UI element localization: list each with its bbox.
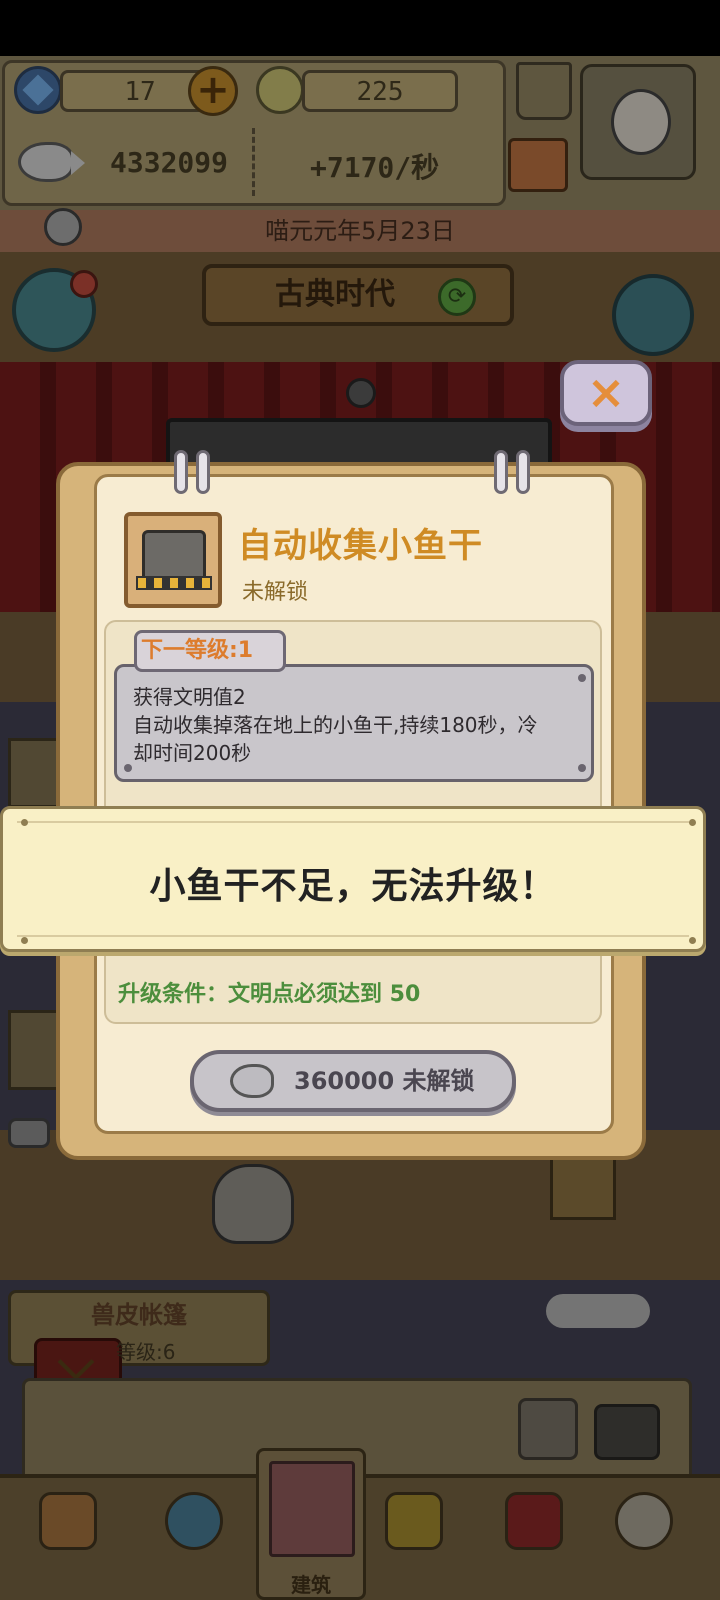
fish-total: 4332099 [110,146,229,179]
small-fish-icon [8,1118,50,1148]
avatar[interactable] [580,64,696,180]
binder-ring [196,450,210,494]
building-name: 兽皮帐篷 [91,1301,187,1329]
potion-icon [165,1492,223,1550]
cat-box-icon [385,1492,443,1550]
rivet [689,937,696,944]
upgrade-condition: 升级条件：文明点必须达到 50 [118,982,421,1007]
chat-icon [594,1404,660,1460]
desc-line-3: 却时间200秒 [133,741,252,765]
rivet [21,819,28,826]
close-button[interactable]: × [560,360,652,426]
era-label: 古典时代 [275,277,395,312]
skill-status: 未解锁 [242,580,309,605]
fish-rate: +7170/秒 [310,151,440,184]
home-icon[interactable] [508,138,568,192]
binder-ring [516,450,530,494]
skill-title: 自动收集小鱼干 [238,526,483,566]
nav-cart [24,1482,112,1582]
machine-base [136,576,212,590]
unlock-button-label: 360000 未解锁 [294,1067,475,1095]
divider [252,128,255,196]
nav-book [490,1482,578,1582]
rivet [689,819,696,826]
rivet [21,937,28,944]
coin-count: 225 [302,70,458,112]
pizza-menu-button[interactable] [12,268,98,352]
gem-icon [14,66,62,114]
toast-message: 小鱼干不足，无法升级！ [0,806,706,952]
temple-icon [269,1461,355,1557]
desc-line-2: 自动收集掉落在地上的小鱼干,持续180秒，冷 [133,713,538,737]
rivet [124,764,132,772]
lamp-decoration [550,1150,616,1220]
nav-cats [370,1482,458,1582]
nav-friends [600,1482,688,1582]
cat-face-icon [611,89,671,155]
notification-dot [70,270,98,298]
description-box: 获得文明值2 自动收集掉落在地上的小鱼干,持续180秒，冷 却时间200秒 [114,664,594,782]
rivet [578,764,586,772]
next-level-tag: 下一等级:1 [134,630,286,672]
dried-fish-icon [18,142,85,182]
cat-friends-icon [615,1492,673,1550]
building-level: 等级:6 [116,1340,176,1364]
paw-book-icon [505,1492,563,1550]
desc-line-1: 获得文明值2 [133,685,246,709]
nav-building-label: 建筑 [291,1573,331,1597]
add-gems-button[interactable]: + [188,66,238,116]
refresh-icon[interactable]: ⟳ [438,278,476,316]
shop-cart-icon[interactable] [516,62,572,120]
fish-cost-icon [230,1064,274,1098]
cat-character [212,1164,294,1244]
toast-text: 小鱼干不足，无法升级！ [149,866,557,907]
nav-research [150,1482,238,1582]
unlock-button[interactable]: 360000 未解锁 [190,1050,516,1112]
robot-helper-button[interactable] [612,274,694,356]
cloud-decoration [546,1294,650,1328]
coin-icon [256,66,304,114]
lock-icon [518,1398,578,1460]
status-bar [0,0,720,56]
nav-building: 建筑 [256,1448,366,1600]
wheelbarrow-icon [39,1492,97,1550]
binder-ring [174,450,188,494]
board-hanger [346,378,376,408]
collector-machine-icon [124,512,222,608]
binder-ring [494,450,508,494]
rivet [578,674,586,682]
game-date: 喵元元年5月23日 [265,217,455,245]
